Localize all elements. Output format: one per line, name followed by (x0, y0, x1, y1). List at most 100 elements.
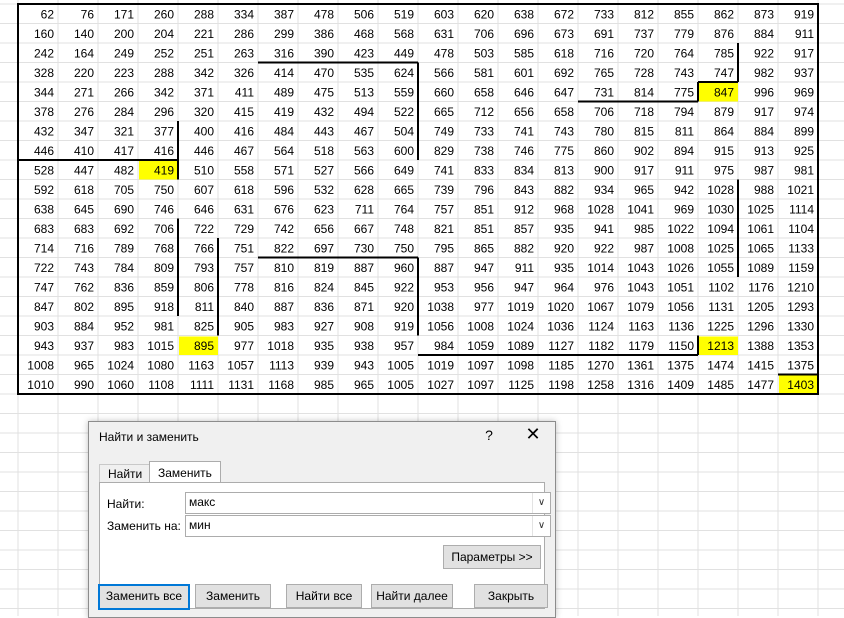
tab-replace[interactable]: Заменить (149, 461, 221, 484)
grid-cell-value: 1182 (588, 339, 614, 353)
grid-cell-value: 919 (394, 320, 414, 334)
grid-cell-value: 618 (74, 183, 94, 197)
grid-cell-value: 984 (434, 339, 454, 353)
grid-cell-value: 956 (474, 281, 494, 295)
grid-cell-value: 737 (634, 27, 654, 41)
grid-cell-value: 503 (474, 47, 494, 61)
grid-cell-value: 1293 (787, 300, 814, 314)
chevron-down-icon[interactable]: ∨ (532, 493, 550, 513)
grid-cell-value: 260 (154, 8, 174, 22)
grid-cell-value: 819 (314, 261, 334, 275)
grid-cell-value: 1485 (707, 378, 734, 392)
close-icon[interactable]: ✕ (523, 424, 543, 444)
grid-cell-value: 1225 (707, 320, 734, 334)
grid-cell-value: 1205 (747, 300, 774, 314)
grid-cell-value: 1014 (587, 261, 614, 275)
grid-cell-value: 1020 (547, 300, 574, 314)
grid-cell-value: 676 (274, 203, 294, 217)
grid-cell-value: 952 (114, 320, 134, 334)
grid-cell-value: 334 (234, 8, 254, 22)
grid-cell-value: 876 (714, 27, 734, 41)
grid-cell-value: 1185 (548, 359, 574, 373)
grid-cell-value: 1061 (747, 222, 774, 236)
grid-cell-value: 1065 (747, 242, 774, 256)
replace-button[interactable]: Заменить (195, 584, 271, 608)
grid-cell-value: 1124 (588, 320, 614, 334)
find-all-button[interactable]: Найти все (286, 584, 362, 608)
grid-cell-value: 242 (34, 47, 54, 61)
grid-cell-value: 757 (434, 203, 454, 217)
grid-cell-value: 1010 (27, 378, 54, 392)
grid-cell-value: 779 (674, 27, 694, 41)
grid-cell-value: 934 (594, 183, 614, 197)
grid-cell-value: 160 (34, 27, 54, 41)
close-button[interactable]: Закрыть (474, 584, 548, 608)
grid-cell-value: 204 (154, 27, 174, 41)
grid-cell-value: 522 (394, 105, 414, 119)
grid-cell-value: 836 (314, 300, 334, 314)
grid-cell-value: 506 (354, 8, 374, 22)
grid-cell-value: 780 (594, 125, 614, 139)
grid-cell-value: 416 (154, 144, 174, 158)
grid-cell-value: 415 (234, 105, 254, 119)
grid-cell-value: 969 (794, 86, 814, 100)
tab-find[interactable]: Найти (99, 464, 152, 483)
grid-cell-value: 911 (795, 27, 814, 41)
grid-cell-value: 747 (34, 281, 54, 295)
grid-cell-value: 900 (594, 164, 614, 178)
find-replace-dialog: Найти и заменить ? ✕ Найти Заменить Найт… (88, 421, 556, 618)
grid-cell-value: 467 (234, 144, 254, 158)
grid-cell-value: 712 (474, 105, 494, 119)
grid-cell-value: 974 (794, 105, 814, 119)
grid-cell-value: 918 (154, 300, 174, 314)
options-button[interactable]: Параметры >> (443, 545, 541, 569)
grid-cell-value: 1025 (707, 242, 734, 256)
grid-cell-value: 660 (434, 86, 454, 100)
chevron-down-icon[interactable]: ∨ (532, 516, 550, 536)
help-icon[interactable]: ? (482, 427, 496, 443)
grid-cell-value: 793 (194, 261, 214, 275)
grid-cell-value: 722 (34, 261, 54, 275)
grid-cell-value: 1008 (467, 320, 494, 334)
grid-cell-value: 683 (74, 222, 94, 236)
grid-cell-value: 667 (354, 222, 374, 236)
grid-cell-value: 706 (154, 222, 174, 236)
grid-cell-value: 603 (434, 8, 454, 22)
grid-cell-value: 920 (554, 242, 574, 256)
find-input[interactable]: макс ∨ (185, 492, 551, 514)
grid-cell-value: 1163 (188, 359, 214, 373)
grid-cell-value: 942 (674, 183, 694, 197)
grid-cell-value: 1019 (427, 359, 454, 373)
grid-cell-value: 1022 (667, 222, 694, 236)
grid-cell-value: 1079 (627, 300, 654, 314)
replace-input[interactable]: мин ∨ (185, 515, 551, 537)
grid-cell-value: 895 (114, 300, 134, 314)
grid-cell-value: 747 (714, 66, 734, 80)
grid-cell-value: 1213 (707, 339, 734, 353)
grid-cell-value: 284 (114, 105, 134, 119)
dialog-title: Найти и заменить (99, 430, 199, 444)
replace-all-button[interactable]: Заменить все (98, 584, 190, 610)
grid-cell-value: 618 (554, 47, 574, 61)
grid-cell-value: 649 (394, 164, 414, 178)
grid-cell-value: 1041 (627, 203, 654, 217)
grid-cell-value: 840 (234, 300, 254, 314)
grid-cell-value: 571 (274, 164, 294, 178)
grid-cell-value: 62 (41, 8, 55, 22)
grid-cell-value: 416 (234, 125, 254, 139)
grid-cell-value: 1057 (227, 359, 254, 373)
grid-cell-value: 851 (474, 203, 494, 217)
grid-cell-value: 1388 (747, 339, 774, 353)
grid-cell-value: 935 (554, 222, 574, 236)
grid-cell-value: 815 (634, 125, 654, 139)
grid-cell-value: 288 (194, 8, 214, 22)
grid-cell-value: 1102 (708, 281, 734, 295)
grid-cell-value: 1043 (627, 281, 654, 295)
grid-cell-value: 943 (34, 339, 54, 353)
grid-cell-value: 328 (34, 66, 54, 80)
grid-cell-value: 566 (434, 66, 454, 80)
grid-cell-value: 1097 (467, 359, 494, 373)
grid-cell-value: 768 (154, 242, 174, 256)
find-next-button[interactable]: Найти далее (371, 584, 453, 608)
grid-cell-value: 764 (394, 203, 414, 217)
